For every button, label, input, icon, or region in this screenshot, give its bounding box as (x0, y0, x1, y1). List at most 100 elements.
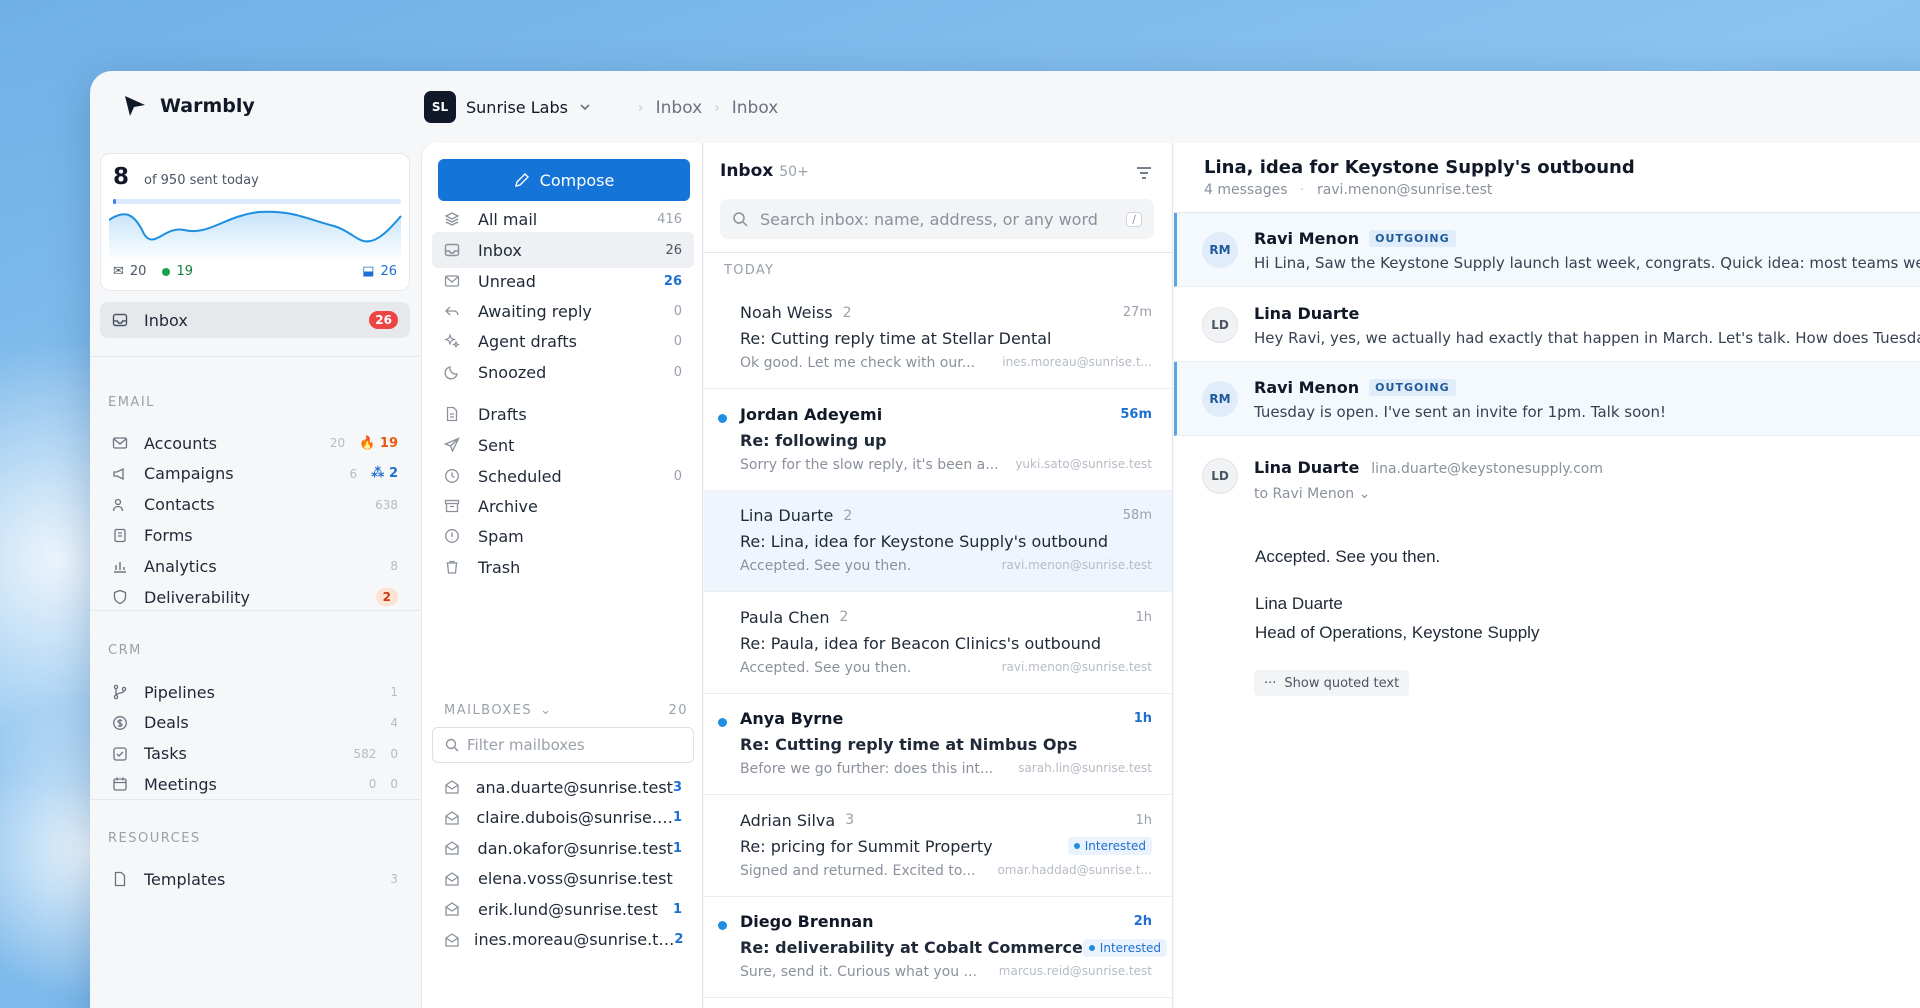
chevron-down-icon (580, 104, 590, 111)
sender-name: Lina Duarte (740, 506, 834, 525)
section-title-email: EMAIL (108, 395, 155, 410)
sidebar-item-label: Deals (144, 713, 189, 733)
moon-icon (444, 364, 464, 380)
show-quoted-button[interactable]: ··· Show quoted text (1254, 670, 1410, 696)
mailbox-address: sarah.lin@sunrise.test (1018, 761, 1152, 775)
mailbox-address: marcus.reid@sunrise.test (998, 964, 1152, 978)
nav-badge: 2 (375, 588, 398, 606)
open-message[interactable]: LD Lina Duarte lina.duarte@keystonesupply… (1174, 444, 1920, 514)
message-preview: Sorry for the slow reply, it's been a... (740, 456, 999, 473)
thread-message[interactable]: RM Ravi Menon OUTGOING Hi Lina, Saw the K… (1174, 213, 1920, 287)
message-row[interactable]: Lina Duarte 2 58m Re: Lina, idea for Keyst… (704, 491, 1172, 592)
mailbox-count: 1 (672, 901, 682, 917)
envelope-icon: ✉ (113, 264, 124, 279)
folder-count: 416 (657, 211, 682, 227)
search-input[interactable]: Search inbox: name, address, or any word… (720, 199, 1154, 239)
tag-dot-icon (1073, 843, 1080, 849)
mailbox-icon (444, 871, 464, 887)
nav-count: 582 (353, 746, 377, 761)
thread-message[interactable]: RM Ravi Menon OUTGOING Tuesday is open. I… (1174, 362, 1920, 436)
message-row[interactable]: Jordan Adeyemi 56m Re: following up Sorry… (704, 390, 1172, 491)
org-switcher[interactable]: SL Sunrise Labs (424, 91, 592, 123)
message-row[interactable]: Paula Chen 2 1h Re: Paula, idea for Beacon… (704, 593, 1172, 694)
folder-trash[interactable]: Trash (432, 549, 694, 585)
sidebar-item-label: Inbox (144, 310, 188, 330)
folder-label: Scheduled (478, 466, 562, 486)
folder-snoozed[interactable]: Snoozed 0 (432, 354, 694, 390)
sidebar: 8 of 950 sent today ✉ 20 19 ⬓ 26 Inbox 2… (90, 71, 420, 1008)
message-time: 58m (1122, 508, 1152, 523)
send-progress (113, 199, 401, 204)
message-time: 1h (1135, 609, 1152, 625)
mailbox-icon (444, 901, 464, 917)
compose-button[interactable]: Compose (438, 159, 690, 201)
mailbox-address: ana.duarte@sunrise.test (475, 777, 673, 797)
recipient-label: to Ravi Menon (1254, 486, 1355, 502)
thread-title: Lina, idea for Keystone Supply's outboun… (1204, 157, 1635, 178)
reply-icon (444, 303, 464, 319)
thread-message[interactable]: LD Lina Duarte Hey Ravi, yes, we actuall… (1174, 288, 1920, 362)
list-title: Inbox 50+ (720, 161, 809, 181)
recipient-toggle[interactable]: to Ravi Menon ⌄ (1254, 486, 1370, 502)
folder-label: Snoozed (478, 362, 547, 382)
sent-total: 20 (129, 264, 147, 279)
unread-dot-icon (718, 413, 727, 423)
send-stat-card[interactable]: 8 of 950 sent today ✉ 20 19 ⬓ 26 (100, 153, 410, 291)
chevron-down-icon: ⌄ (540, 703, 553, 718)
mailbox-address: omar.haddad@sunrise.t... (997, 862, 1152, 877)
folder-label: Inbox (478, 240, 522, 260)
sender-name: Lina Duarte (1254, 304, 1359, 323)
folder-count: 0 (673, 333, 682, 349)
folder-label: Agent drafts (478, 331, 577, 351)
mailbox-address: erik.lund@sunrise.test (478, 899, 658, 919)
message-subject: Re: deliverability at Cobalt Commerce (740, 938, 1083, 957)
message-row[interactable]: Noah Weiss 2 27m Re: Cutting reply time at… (704, 288, 1172, 389)
message-time: 56m (1120, 406, 1152, 422)
message-row[interactable]: Diego Brennan 2h Re: deliverability at Co… (704, 897, 1172, 998)
message-row[interactable]: Anya Byrne 1h Re: Cutting reply time at N… (704, 694, 1172, 795)
mailboxes-header[interactable]: MAILBOXES ⌄ 20 (444, 703, 688, 718)
mailbox-count: 3 (672, 779, 682, 795)
envelope-icon (444, 273, 464, 289)
mailbox-filter-input[interactable]: Filter mailboxes (432, 727, 694, 763)
message-preview: Accepted. See you then. (740, 659, 912, 676)
nav-count: 8 (390, 559, 398, 574)
sidebar-item-inbox[interactable]: Inbox 26 (100, 302, 410, 338)
message-preview: Accepted. See you then. (740, 558, 912, 574)
search-icon (733, 212, 748, 227)
mailbox-count: 1 (672, 810, 682, 825)
mailbox-address: yuki.sato@sunrise.test (1015, 456, 1152, 471)
folder-label: All mail (478, 209, 538, 229)
message-row[interactable]: Adrian Silva 3 1h Re: pricing for Summit P… (704, 796, 1172, 897)
breadcrumb-item[interactable]: Inbox (732, 98, 779, 118)
outgoing-badge: OUTGOING (1369, 379, 1456, 396)
mailbox-address: ines.moreau@sunrise.t… (474, 930, 675, 949)
thread-count: 4 messages (1204, 182, 1288, 198)
nav-count: 0 (368, 777, 377, 792)
filter-icon[interactable] (1134, 163, 1154, 183)
mailbox-icon (444, 840, 464, 856)
megaphone-icon (112, 466, 132, 482)
mailbox-item[interactable]: ines.moreau@sunrise.t… 2 (432, 922, 694, 958)
inbox-icon (444, 242, 464, 258)
folder-label: Drafts (478, 404, 527, 424)
sidebar-item-label: Meetings (144, 774, 217, 794)
sender-name: Adrian Silva (740, 810, 836, 830)
breadcrumb-item[interactable]: Inbox (656, 98, 703, 118)
message-time: 1h (1135, 812, 1152, 828)
sender-name: Ravi Menon OUTGOING (1254, 378, 1456, 397)
folders-panel: Compose All mail 416 Inbox 26 Unread 26 … (421, 143, 703, 1008)
status-tag: Interested (1067, 837, 1152, 855)
sidebar-item-meetings[interactable]: Meetings 00 (100, 766, 410, 802)
mailbox-count: 1 (672, 840, 682, 856)
sender-email: lina.duarte@keystonesupply.com (1371, 461, 1603, 477)
sidebar-item-templates[interactable]: Templates 3 (100, 861, 410, 897)
dollar-icon (112, 715, 132, 731)
nav-count: 3 (390, 872, 398, 886)
message-subject: Re: Paula, idea for Beacon Clinics's out… (740, 633, 1102, 653)
reading-pane: Lina, idea for Keystone Supply's outboun… (1174, 143, 1920, 1008)
sparkline-chart (109, 210, 402, 262)
unread-dot-icon (718, 921, 727, 930)
checkbox-icon (112, 746, 132, 762)
nav-count: 6 (349, 466, 358, 481)
